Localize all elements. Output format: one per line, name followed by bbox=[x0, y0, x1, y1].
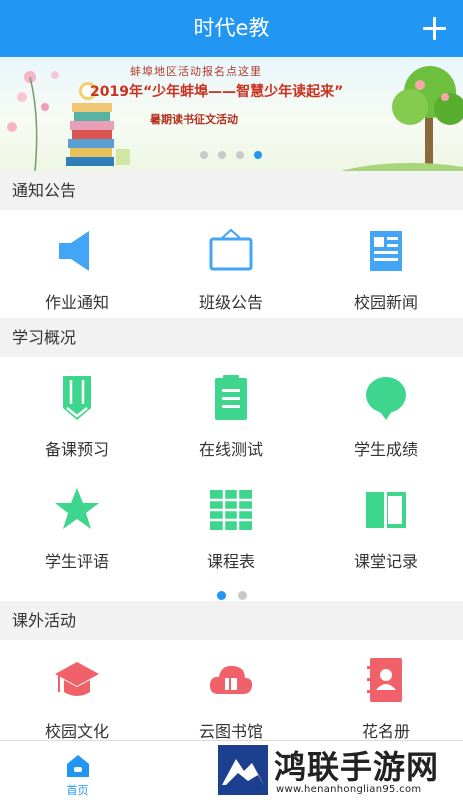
section-notices-title: 通知公告 bbox=[0, 171, 463, 210]
table-grid-icon bbox=[207, 486, 255, 534]
banner-dot[interactable] bbox=[218, 151, 226, 159]
grid-item-label: 备课预习 bbox=[44, 440, 109, 459]
watermark-url: www.henanhonglian95.com bbox=[276, 784, 422, 795]
banner-subtitle: 蚌埠地区活动报名点这里 bbox=[130, 65, 262, 78]
grid-item-label: 在线测试 bbox=[198, 440, 263, 459]
graduation-cap-icon bbox=[53, 656, 101, 704]
watermark: 鸿联手游网 www.henanhonglian95.com bbox=[212, 741, 463, 800]
grid-item-label: 校园新闻 bbox=[353, 293, 418, 312]
add-button[interactable] bbox=[419, 13, 449, 43]
speech-bubble-icon bbox=[362, 374, 410, 422]
grid-item-label: 云图书馆 bbox=[198, 722, 263, 741]
grid-item-label: 课程表 bbox=[206, 552, 255, 571]
banner-caption: 暑期读书征文活动 bbox=[150, 113, 238, 126]
banner-carousel[interactable]: 蚌埠地区活动报名点这里 2019年“少年蚌埠——智慧少年读起来” 暑期读书征文活… bbox=[0, 57, 463, 171]
megaphone-icon bbox=[53, 227, 101, 275]
home-icon bbox=[65, 753, 91, 779]
book-icon bbox=[362, 486, 410, 534]
tab-home-label: 首页 bbox=[66, 784, 89, 797]
grid-item-campus-culture[interactable]: 校园文化 bbox=[0, 656, 154, 742]
signboard-icon bbox=[207, 227, 255, 275]
grid-item-label: 作业通知 bbox=[44, 293, 109, 312]
grid-item-class-record[interactable]: 课堂记录 bbox=[309, 486, 463, 572]
grid-item-label: 课堂记录 bbox=[353, 552, 418, 571]
grid-item-campus-news[interactable]: 校园新闻 bbox=[309, 227, 463, 313]
grid-item-class-announcement[interactable]: 班级公告 bbox=[154, 227, 308, 313]
grid-item-roster[interactable]: 花名册 bbox=[309, 656, 463, 742]
grid-item-label: 班级公告 bbox=[198, 293, 263, 312]
section-activities-title: 课外活动 bbox=[0, 601, 463, 640]
study-page-indicator bbox=[0, 585, 463, 600]
watermark-title: 鸿联手游网 bbox=[274, 748, 440, 786]
star-icon bbox=[53, 486, 101, 534]
tab-home[interactable]: 首页 bbox=[20, 741, 135, 800]
grid-item-label: 学生评语 bbox=[44, 552, 109, 571]
banner-title: 2019年“少年蚌埠——智慧少年读起来” bbox=[90, 84, 344, 100]
app-title: 时代e教 bbox=[193, 16, 270, 40]
cloud-book-icon bbox=[207, 656, 255, 704]
newspaper-icon bbox=[362, 227, 410, 275]
grid-item-student-grades[interactable]: 学生成绩 bbox=[309, 374, 463, 460]
grid-item-label: 花名册 bbox=[361, 722, 410, 741]
grid-item-label: 学生成绩 bbox=[353, 440, 418, 459]
grid-item-online-test[interactable]: 在线测试 bbox=[154, 374, 308, 460]
banner-dot[interactable] bbox=[200, 151, 208, 159]
banner-dot[interactable] bbox=[236, 151, 244, 159]
grid-item-homework-notice[interactable]: 作业通知 bbox=[0, 227, 154, 313]
page-dot-active[interactable] bbox=[216, 591, 226, 600]
pencil-icon bbox=[53, 374, 101, 422]
grid-item-label: 校园文化 bbox=[44, 722, 109, 741]
grid-item-cloud-library[interactable]: 云图书馆 bbox=[154, 656, 308, 742]
watermark-logo bbox=[218, 745, 268, 795]
banner-dot-active[interactable] bbox=[254, 151, 262, 159]
clipboard-icon bbox=[207, 374, 255, 422]
grid-item-lesson-prep[interactable]: 备课预习 bbox=[0, 374, 154, 460]
contacts-book-icon bbox=[362, 656, 410, 704]
page-dot[interactable] bbox=[237, 591, 247, 600]
banner-indicator bbox=[195, 144, 267, 163]
grid-item-timetable[interactable]: 课程表 bbox=[154, 486, 308, 572]
section-study-title: 学习概况 bbox=[0, 318, 463, 357]
app-header: 时代e教 bbox=[0, 0, 463, 57]
grid-item-student-comments[interactable]: 学生评语 bbox=[0, 486, 154, 572]
